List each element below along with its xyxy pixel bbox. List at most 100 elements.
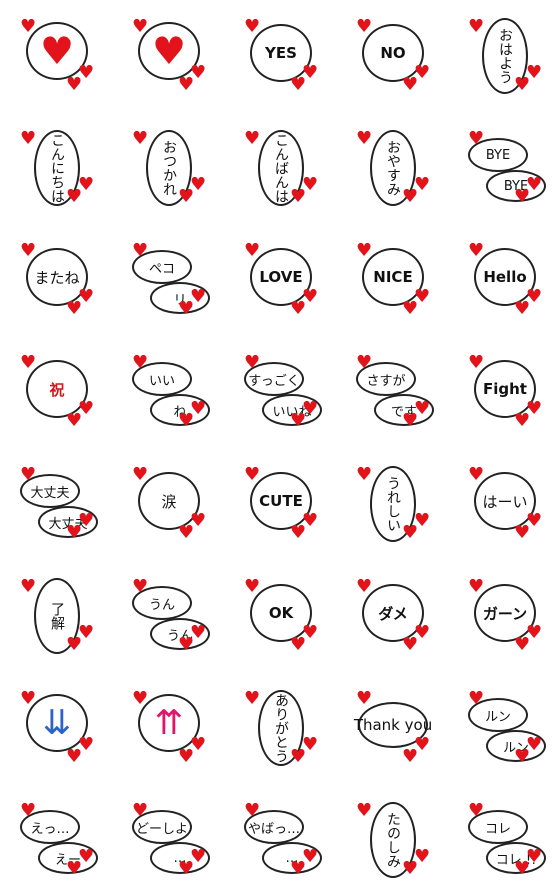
heart-icon: ♥ xyxy=(66,858,83,879)
heart-icon: ♥ xyxy=(66,74,83,95)
heart-icon: ♥ xyxy=(468,464,485,485)
sticker[interactable]: またね ♥ ♥ ♥ xyxy=(0,224,112,336)
sticker[interactable]: おはよう ♥ ♥ ♥ xyxy=(448,0,560,112)
heart-icon: ♥ xyxy=(20,576,37,597)
sticker[interactable]: NO ♥ ♥ ♥ xyxy=(336,0,448,112)
heart-icon: ♥ xyxy=(20,352,37,373)
heart-icon: ♥ xyxy=(244,576,261,597)
sticker-text: ガーン xyxy=(482,604,528,623)
heart-icon: ♥ xyxy=(244,128,261,149)
sticker[interactable]: ♥ ♥ ♥ ♥ xyxy=(0,0,112,112)
sticker[interactable]: こんにちは ♥ ♥ ♥ xyxy=(0,112,112,224)
sticker[interactable]: ⇈ ♥ ♥ ♥ xyxy=(112,672,224,784)
sticker-text: ペコ xyxy=(148,261,175,277)
sticker[interactable]: おつかれ ♥ ♥ ♥ xyxy=(112,112,224,224)
heart-icon: ♥ xyxy=(132,352,149,373)
sticker[interactable]: はーい ♥ ♥ ♥ xyxy=(448,448,560,560)
heart-icon: ♥ xyxy=(178,634,195,655)
sticker-text: おはよう xyxy=(497,28,513,84)
sticker-text: YES xyxy=(265,44,297,62)
heart-icon: ♥ xyxy=(514,522,531,543)
sticker[interactable]: ペコリ ♥ ♥ ♥ xyxy=(112,224,224,336)
sticker[interactable]: OK ♥ ♥ ♥ xyxy=(224,560,336,672)
sticker[interactable]: 祝 ♥ ♥ ♥ xyxy=(0,336,112,448)
sticker-text: こんばんは xyxy=(273,133,289,203)
heart-icon: ♥ xyxy=(356,688,373,709)
heart-icon: ♥ xyxy=(468,128,485,149)
heart-icon: ♥ xyxy=(514,186,531,207)
sticker[interactable]: いいね ♥ ♥ ♥ xyxy=(112,336,224,448)
heart-icon: ♥ xyxy=(244,688,261,709)
heart-icon: ♥ xyxy=(132,576,149,597)
sticker[interactable]: ありがとう ♥ ♥ ♥ xyxy=(224,672,336,784)
sticker[interactable]: どーしよ… ♥ ♥ ♥ xyxy=(112,784,224,896)
sticker[interactable]: ルン ルン ♥ ♥ ♥ xyxy=(448,672,560,784)
heart-icon: ♥ xyxy=(514,298,531,319)
heart-icon: ♥ xyxy=(66,298,83,319)
heart-icon: ♥ xyxy=(290,298,307,319)
heart-icon: ♥ xyxy=(178,746,195,767)
heart-icon: ♥ xyxy=(290,522,307,543)
heart-icon: ♥ xyxy=(356,352,373,373)
sticker[interactable]: YES ♥ ♥ ♥ xyxy=(224,0,336,112)
heart-icon: ♥ xyxy=(356,800,373,821)
heart-icon: ♥ xyxy=(356,464,373,485)
heart-icon: ♥ xyxy=(468,576,485,597)
sticker[interactable]: Fight ♥ ♥ ♥ xyxy=(448,336,560,448)
sticker[interactable]: 了解 ♥ ♥ ♥ xyxy=(0,560,112,672)
heart-icon: ♥ xyxy=(244,16,261,37)
heart-icon: ♥ xyxy=(20,128,37,149)
sticker-text: コレ xyxy=(484,821,511,837)
sticker-text: えっ… xyxy=(30,821,70,837)
heart-icon: ♥ xyxy=(66,522,83,543)
heart-icon: ♥ xyxy=(132,464,149,485)
sticker[interactable]: ♥ ♥ ♥ ♥ xyxy=(112,0,224,112)
sticker[interactable]: こんばんは ♥ ♥ ♥ xyxy=(224,112,336,224)
heart-icon: ♥ xyxy=(290,858,307,879)
heart-icon: ♥ xyxy=(132,800,149,821)
sticker[interactable]: ⇊ ♥ ♥ ♥ xyxy=(0,672,112,784)
sticker-text: ダメ xyxy=(378,604,408,623)
sticker-text: NO xyxy=(380,44,406,62)
sticker-text: NICE xyxy=(373,268,413,286)
heart-icon: ♥ xyxy=(132,240,149,261)
sticker-text: CUTE xyxy=(259,492,303,510)
sticker[interactable]: ガーン ♥ ♥ ♥ xyxy=(448,560,560,672)
sticker-text: おやすみ xyxy=(385,140,401,196)
heart-icon: ♥ xyxy=(402,634,419,655)
sticker[interactable]: おやすみ ♥ ♥ ♥ xyxy=(336,112,448,224)
sticker[interactable]: すっごく いいね ♥ ♥ ♥ xyxy=(224,336,336,448)
sticker[interactable]: コレ コレ !! ♥ ♥ ♥ xyxy=(448,784,560,896)
sticker[interactable]: CUTE ♥ ♥ ♥ xyxy=(224,448,336,560)
sticker-text: たのしみ xyxy=(385,812,401,868)
heart-icon: ♥ xyxy=(468,800,485,821)
heart-icon: ♥ xyxy=(290,410,307,431)
heart-icon: ♥ xyxy=(402,298,419,319)
sticker[interactable]: NICE ♥ ♥ ♥ xyxy=(336,224,448,336)
sticker-text: Fight xyxy=(483,380,527,398)
heart-icon: ♥ xyxy=(66,746,83,767)
sticker[interactable]: えっ… えー ♥ ♥ ♥ xyxy=(0,784,112,896)
sticker[interactable]: うれしい ♥ ♥ ♥ xyxy=(336,448,448,560)
heart-icon: ♥ xyxy=(356,16,373,37)
heart-icon: ♥ xyxy=(402,74,419,95)
heart-icon: ♥ xyxy=(514,74,531,95)
sticker[interactable]: LOVE ♥ ♥ ♥ xyxy=(224,224,336,336)
sticker[interactable]: やばっ…… ♥ ♥ ♥ xyxy=(224,784,336,896)
heart-icon: ♥ xyxy=(132,128,149,149)
sticker[interactable]: うん うん ♥ ♥ ♥ xyxy=(112,560,224,672)
sticker[interactable]: Thank you ♥ ♥ ♥ xyxy=(336,672,448,784)
sticker[interactable]: Hello ♥ ♥ ♥ xyxy=(448,224,560,336)
heart-icon: ♥ xyxy=(20,800,37,821)
sticker[interactable]: さすが です ♥ ♥ ♥ xyxy=(336,336,448,448)
sticker-text: Hello xyxy=(483,268,527,286)
sticker[interactable]: 大丈夫 大丈夫 ♥ ♥ ♥ xyxy=(0,448,112,560)
sticker[interactable]: たのしみ ♥ ♥ ♥ xyxy=(336,784,448,896)
heart-icon: ♥ xyxy=(514,858,531,879)
heart-icon: ♥ xyxy=(178,522,195,543)
sticker-text: はーい xyxy=(482,492,528,511)
sticker[interactable]: 涙 ♥ ♥ ♥ xyxy=(112,448,224,560)
sticker[interactable]: BYE BYE ♥ ♥ ♥ xyxy=(448,112,560,224)
heart-icon: ♥ xyxy=(244,240,261,261)
sticker[interactable]: ダメ ♥ ♥ ♥ xyxy=(336,560,448,672)
